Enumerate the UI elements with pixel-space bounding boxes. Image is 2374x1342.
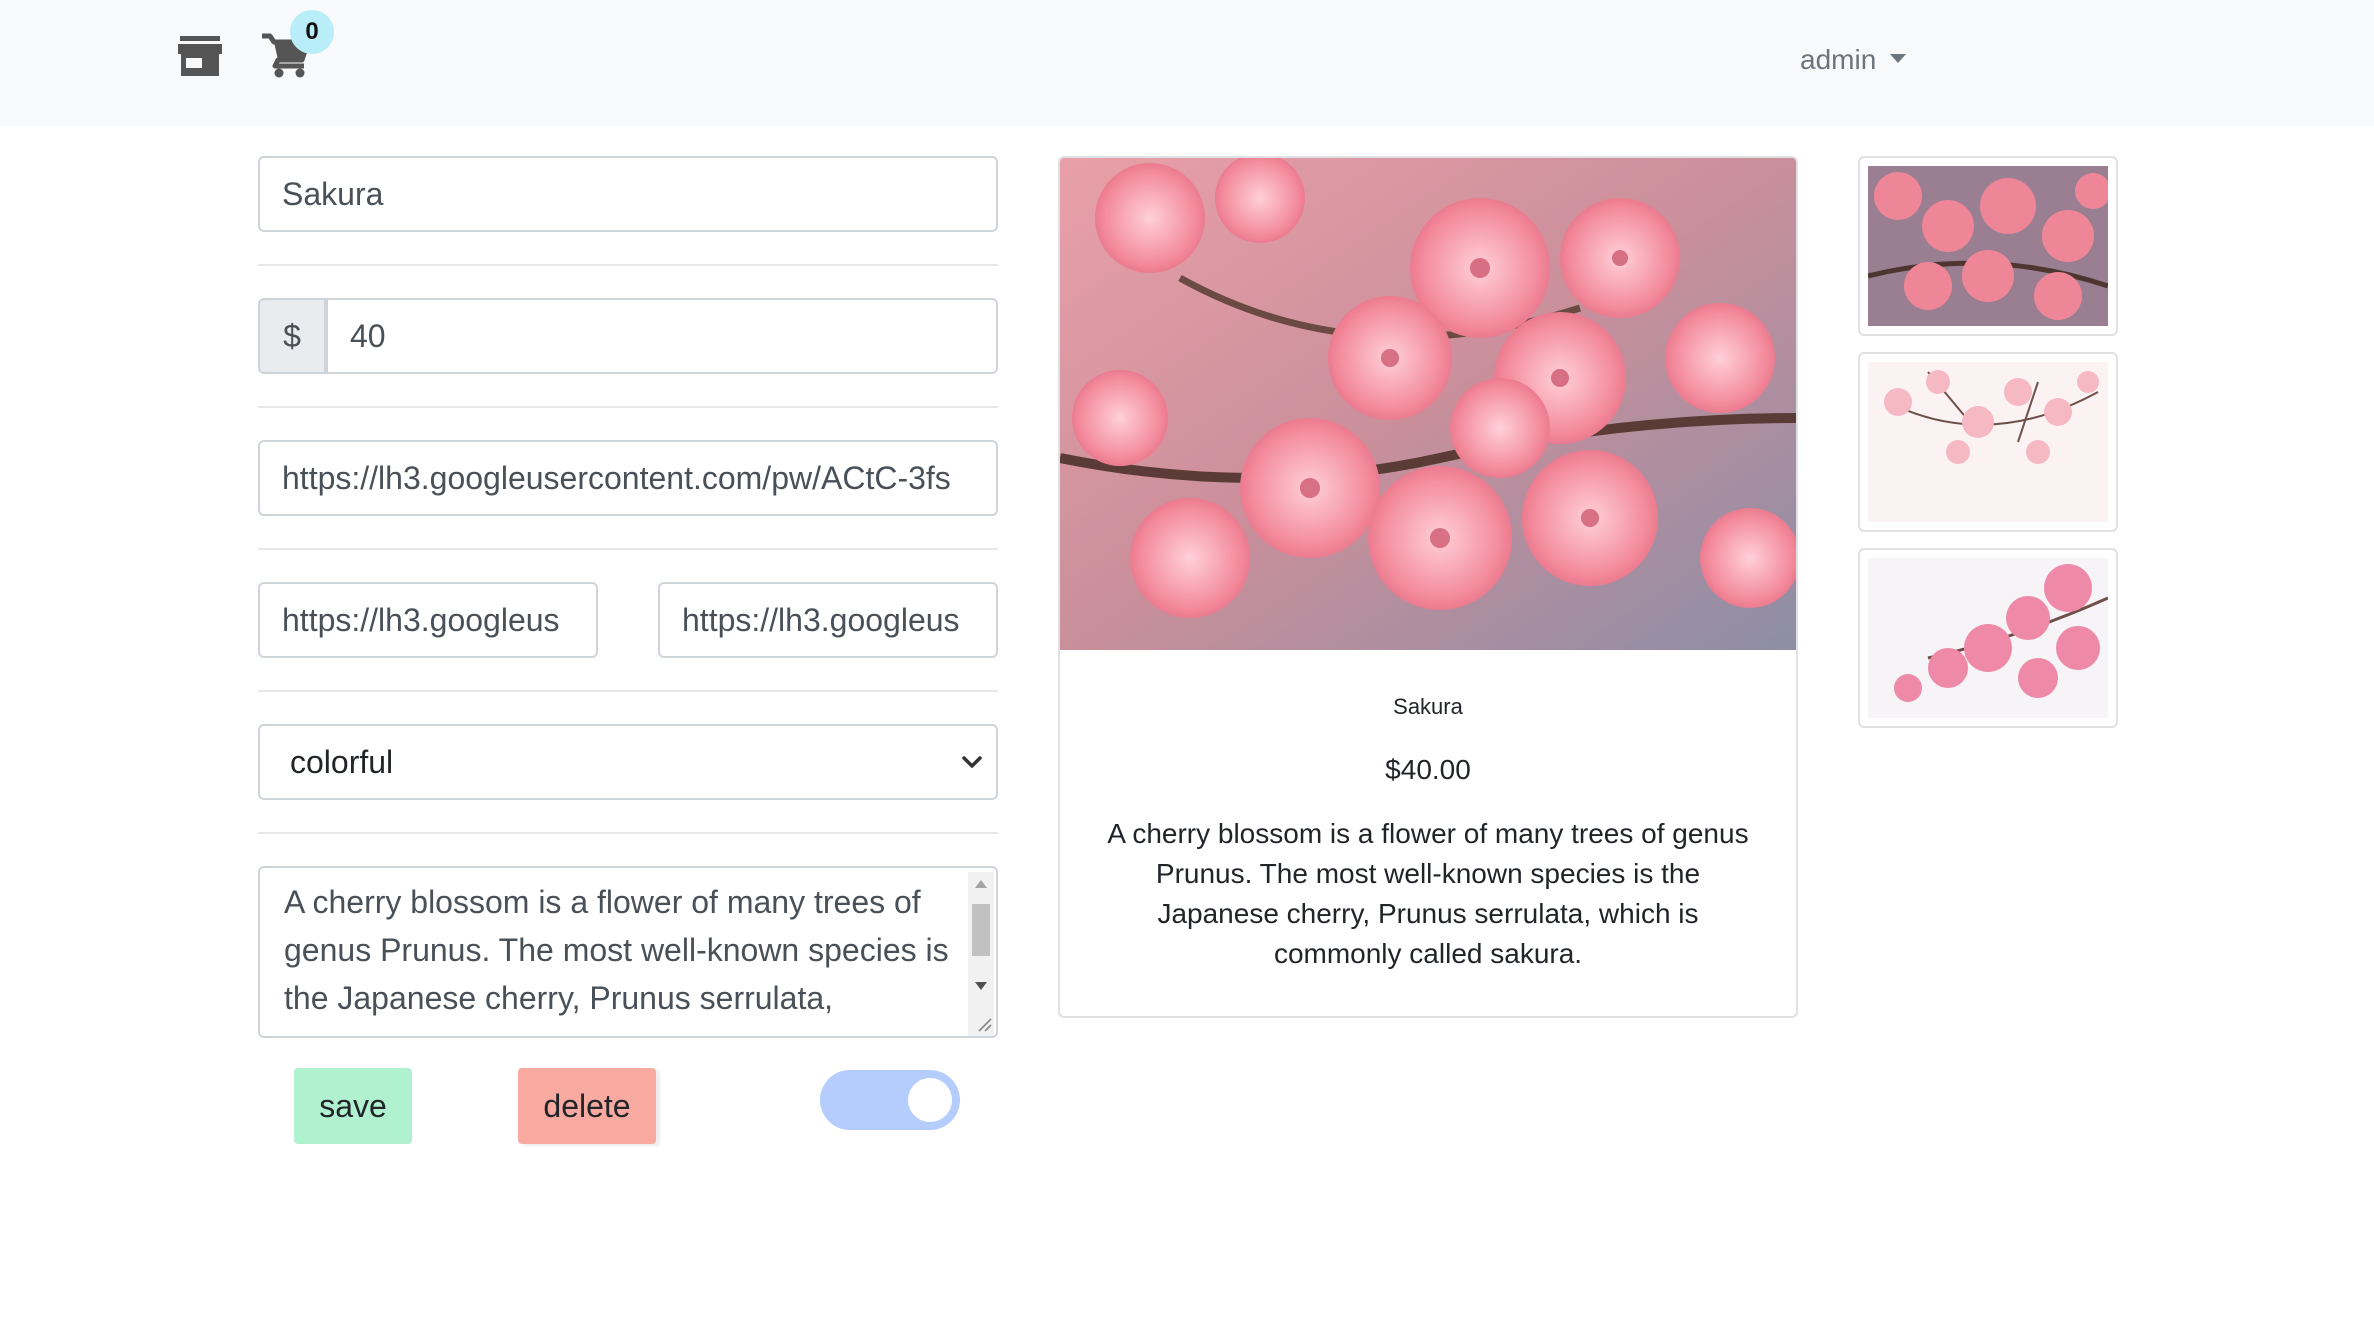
product-name-input[interactable]: Sakura	[258, 156, 998, 232]
delete-button[interactable]: delete	[518, 1068, 656, 1144]
image-url-input[interactable]: https://lh3.googleusercontent.com/pw/ACt…	[258, 440, 998, 516]
divider	[258, 548, 998, 550]
thumbnail-3[interactable]	[1858, 548, 2118, 728]
chevron-down-icon	[962, 756, 982, 768]
scroll-up-icon[interactable]	[975, 880, 987, 888]
category-select[interactable]: colorful	[258, 724, 998, 800]
thumbnail-2[interactable]	[1858, 352, 2118, 532]
thumbnail-image	[1868, 166, 2108, 326]
card-price: $40.00	[1385, 754, 1471, 785]
description-textarea[interactable]: A cherry blossom is a flower of many tre…	[258, 866, 998, 1038]
category-selected-value: colorful	[290, 744, 394, 780]
divider	[258, 264, 998, 266]
card-description: A cherry blossom is a flower of many tre…	[1107, 818, 1749, 969]
publish-toggle[interactable]	[820, 1070, 960, 1130]
thumbnail-image	[1868, 558, 2108, 718]
thumbnail-image	[1868, 362, 2108, 522]
product-image	[1060, 158, 1796, 650]
image-url-3-input[interactable]: https://lh3.googleus	[658, 582, 998, 658]
card-title: Sakura	[1393, 694, 1463, 719]
toggle-knob	[908, 1078, 952, 1122]
scroll-down-icon[interactable]	[975, 982, 987, 990]
textarea-scrollbar[interactable]	[968, 872, 994, 1036]
save-button[interactable]: save	[294, 1068, 412, 1144]
scroll-thumb[interactable]	[972, 904, 990, 956]
user-dropdown-toggle[interactable]: admin	[1800, 40, 1907, 80]
store-icon[interactable]	[178, 36, 222, 76]
divider	[258, 832, 998, 834]
cart-count-badge: 0	[290, 10, 334, 54]
navbar: 0 admin	[0, 0, 2374, 126]
currency-prefix: $	[258, 298, 326, 374]
user-name-label: admin	[1800, 44, 1877, 75]
divider	[258, 690, 998, 692]
price-input[interactable]: 40	[326, 298, 998, 374]
description-text: A cherry blossom is a flower of many tre…	[284, 884, 949, 1016]
image-url-2-input[interactable]: https://lh3.googleus	[258, 582, 598, 658]
product-preview-card: Sakura $40.00 A cherry blossom is a flow…	[1058, 156, 1798, 1018]
divider	[258, 406, 998, 408]
caret-down-icon	[1890, 54, 1907, 63]
resize-handle-icon[interactable]	[976, 1016, 992, 1032]
thumbnail-1[interactable]	[1858, 156, 2118, 336]
